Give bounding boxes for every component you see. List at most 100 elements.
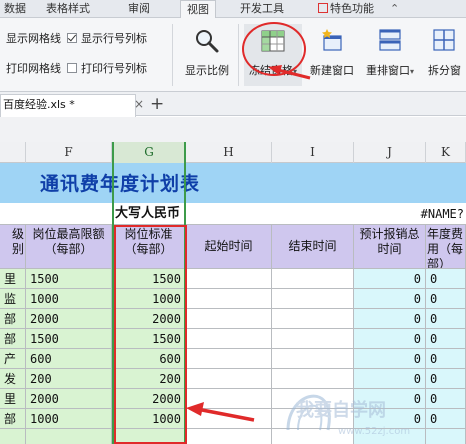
cell-i-row4[interactable]	[272, 329, 354, 349]
tab-developer[interactable]: 开发工具	[240, 1, 284, 17]
column-header-f[interactable]: F	[26, 142, 112, 163]
cell-e-row4[interactable]: 部	[0, 329, 26, 349]
cell-j-row4[interactable]: 0	[354, 329, 426, 349]
ribbon-panel: 显示网格线 显示行号列标 打印网格线 打印行号列标 显示比例 冻结窗格▾ 新建窗…	[0, 18, 466, 92]
cell-k-row1[interactable]: 0	[426, 269, 466, 289]
annotation-arrow-column	[186, 402, 255, 422]
cell-j-row5[interactable]: 0	[354, 349, 426, 369]
print-row-col-headers-label[interactable]: 打印行号列标	[81, 60, 147, 76]
cell-k-row4[interactable]: 0	[426, 329, 466, 349]
split-window-label: 拆分窗	[428, 64, 461, 77]
cell-e-row1[interactable]: 里	[0, 269, 26, 289]
special-feature-icon	[318, 3, 328, 13]
zoom-label: 显示比例	[185, 64, 229, 77]
show-gridlines-checkbox[interactable]: 显示网格线 显示行号列标	[6, 30, 147, 46]
cell-h-row2[interactable]	[186, 289, 272, 309]
cell-f-row6[interactable]: 200	[26, 369, 112, 389]
ribbon-divider	[238, 24, 239, 86]
header-total-time[interactable]: 预计报销总时间	[354, 225, 426, 269]
column-header-h[interactable]: H	[186, 142, 272, 163]
cell-name-error[interactable]: #NAME?	[272, 203, 466, 225]
watermark-url: www.52zj.com	[338, 426, 410, 437]
header-level[interactable]: 级别	[0, 225, 26, 269]
annotation-arrow-freeze	[268, 65, 311, 80]
arrange-windows-icon	[379, 29, 401, 51]
cell-e-row7[interactable]: 里	[0, 389, 26, 409]
cell-j-row2[interactable]: 0	[354, 289, 426, 309]
new-window-icon	[322, 29, 342, 51]
print-gridlines-label: 打印网格线	[6, 62, 61, 75]
cell-e-row3[interactable]: 部	[0, 309, 26, 329]
ribbon-divider	[172, 24, 173, 86]
formula-bar-area	[0, 117, 466, 142]
cell-h-row5[interactable]	[186, 349, 272, 369]
column-header-j[interactable]: J	[354, 142, 426, 163]
add-tab-icon[interactable]: +	[150, 94, 164, 114]
cell-j-row1[interactable]: 0	[354, 269, 426, 289]
chevron-up-icon[interactable]: ⌃	[390, 1, 399, 17]
cell-e-row5[interactable]: 产	[0, 349, 26, 369]
cell-e-row8[interactable]: 部	[0, 409, 26, 429]
tab-data[interactable]: 数据	[4, 1, 26, 17]
cell-f-row1[interactable]: 1500	[26, 269, 112, 289]
cell-f-row2[interactable]: 1000	[26, 289, 112, 309]
show-gridlines-label: 显示网格线	[6, 32, 61, 45]
column-header-row: F G H I J K	[0, 142, 466, 163]
arrange-windows-button[interactable]: 重排窗口▾	[362, 24, 418, 86]
cell-rmb-uppercase[interactable]: 大写人民币	[112, 203, 272, 225]
cell-k-row2[interactable]: 0	[426, 289, 466, 309]
cell-i-row5[interactable]	[272, 349, 354, 369]
cell-h-row9[interactable]	[186, 429, 272, 444]
cell-k-row3[interactable]: 0	[426, 309, 466, 329]
tab-special-label: 特色功能	[330, 2, 374, 15]
cell-i-row2[interactable]	[272, 289, 354, 309]
close-tab-icon[interactable]: ×	[134, 97, 144, 111]
cell-h-row1[interactable]	[186, 269, 272, 289]
header-max-limit[interactable]: 岗位最高限额（每部）	[26, 225, 112, 269]
document-tab[interactable]: 百度经验.xls *	[0, 94, 136, 117]
magnifier-icon	[196, 30, 219, 53]
arrange-windows-label: 重排窗口▾	[365, 64, 414, 77]
cell-i-row3[interactable]	[272, 309, 354, 329]
cell-e-row6[interactable]: 发	[0, 369, 26, 389]
cell-f-row8[interactable]: 1000	[26, 409, 112, 429]
cell-i-row1[interactable]	[272, 269, 354, 289]
cell-f-row7[interactable]: 2000	[26, 389, 112, 409]
header-end-time[interactable]: 结束时间	[272, 225, 354, 269]
cell-f-row5[interactable]: 600	[26, 349, 112, 369]
column-header-e[interactable]	[0, 142, 26, 163]
print-gridlines-checkbox[interactable]: 打印网格线 打印行号列标	[6, 60, 147, 76]
watermark-text: 我要自学网	[296, 399, 386, 421]
document-tab-bar: 百度经验.xls * × +	[0, 92, 466, 117]
new-window-button[interactable]: 新建窗口	[306, 24, 358, 86]
split-window-button[interactable]: 拆分窗	[420, 24, 466, 86]
show-row-col-headers-label[interactable]: 显示行号列标	[81, 30, 147, 46]
split-window-icon	[433, 29, 455, 51]
cell-e-row9[interactable]	[0, 429, 26, 444]
cell-f-row3[interactable]: 2000	[26, 309, 112, 329]
cell-f-row4[interactable]: 1500	[26, 329, 112, 349]
column-header-k[interactable]: K	[426, 142, 466, 163]
tab-special[interactable]: 特色功能	[318, 1, 374, 17]
cell-h-row3[interactable]	[186, 309, 272, 329]
checkbox-unchecked-icon	[67, 63, 77, 73]
header-annual-cost[interactable]: 年度费用（每部）	[426, 225, 466, 269]
zoom-button[interactable]: 显示比例	[178, 24, 236, 86]
tab-view[interactable]: 视图	[180, 0, 216, 19]
ribbon-tab-bar: 数据 表格样式 审阅 视图 开发工具 特色功能 ⌃	[0, 0, 466, 19]
document-tab-name: 百度经验.xls *	[3, 98, 75, 111]
cell-subheader-left[interactable]	[0, 203, 112, 225]
cell-h-row6[interactable]	[186, 369, 272, 389]
header-start-time[interactable]: 起始时间	[186, 225, 272, 269]
cell-j-row3[interactable]: 0	[354, 309, 426, 329]
tab-review[interactable]: 审阅	[128, 1, 150, 17]
watermark-logo: 我要自学网 www.52zj.com	[286, 394, 410, 437]
tab-table-style[interactable]: 表格样式	[46, 1, 90, 17]
cell-h-row4[interactable]	[186, 329, 272, 349]
column-header-i[interactable]: I	[272, 142, 354, 163]
cell-f-row9[interactable]	[26, 429, 112, 444]
cell-k-row5[interactable]: 0	[426, 349, 466, 369]
sheet-title[interactable]: 通讯费年度计划表	[40, 169, 200, 196]
column-header-g[interactable]: G	[112, 142, 186, 163]
cell-e-row2[interactable]: 监	[0, 289, 26, 309]
